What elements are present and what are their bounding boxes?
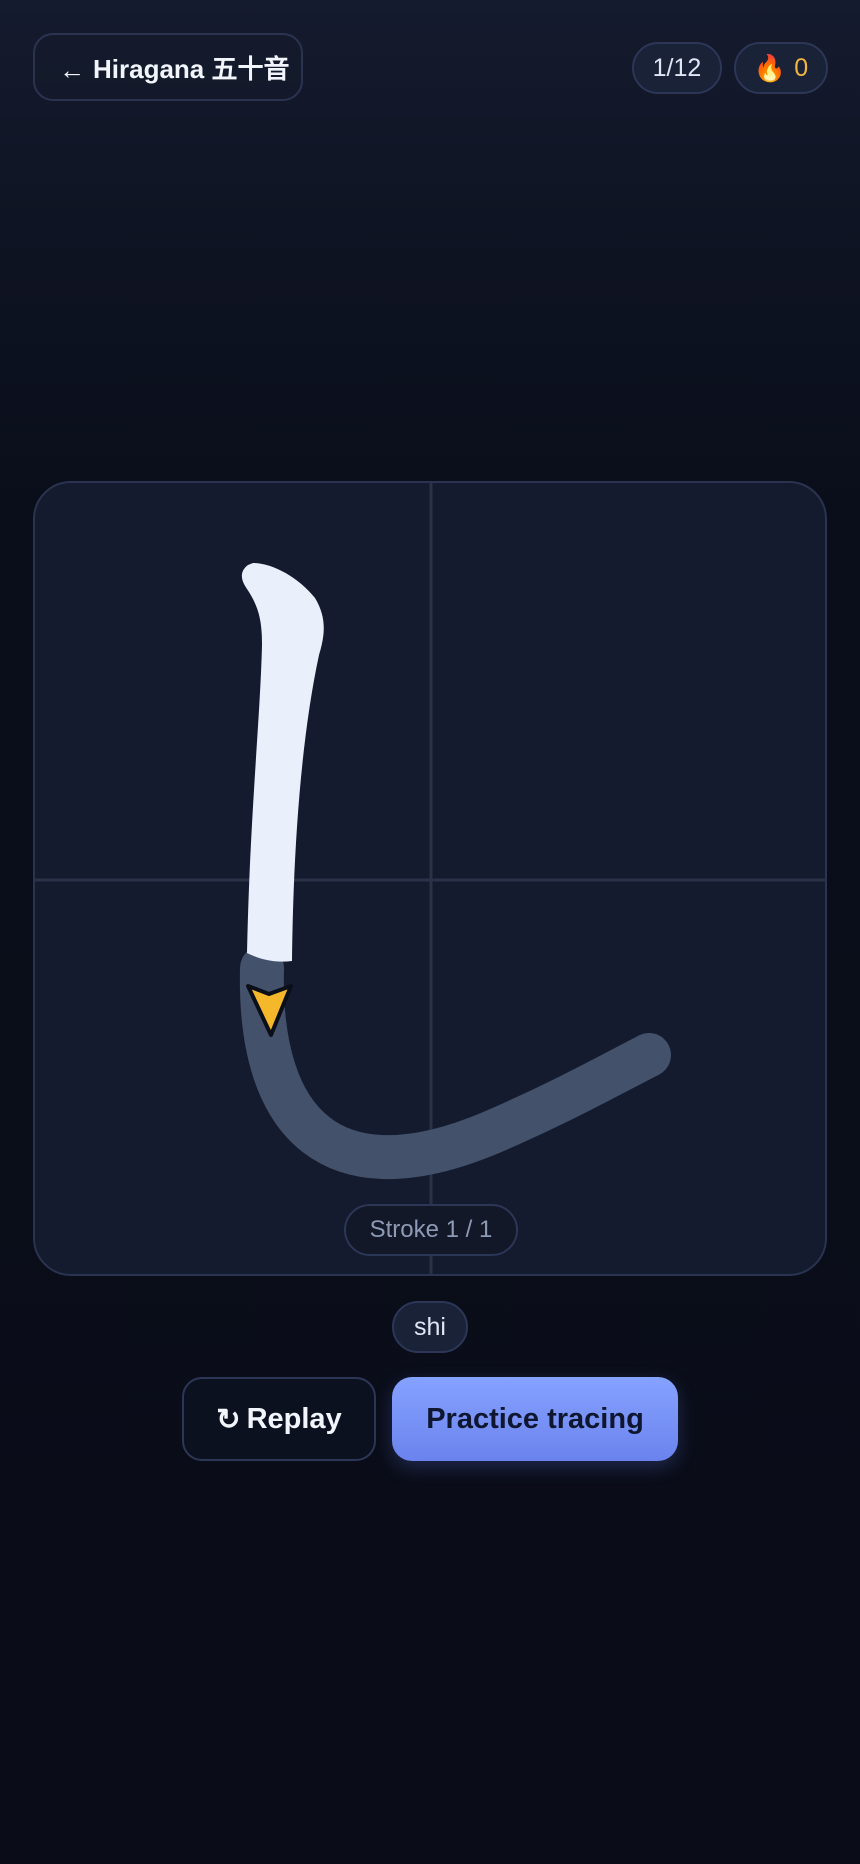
stroke-drawing: [35, 483, 825, 1274]
progress-badge: 1/12: [632, 42, 722, 94]
stroke-remaining-path: [239, 946, 671, 1180]
stroke-counter: Stroke 1 / 1: [344, 1204, 518, 1256]
back-arrow-icon: ←: [59, 54, 85, 85]
romaji-label: shi: [392, 1301, 468, 1353]
back-button-label: Hiragana 五十音: [93, 53, 290, 84]
replay-icon: ↻: [216, 1403, 241, 1436]
replay-button[interactable]: ↻ Replay: [182, 1377, 376, 1461]
practice-tracing-button[interactable]: Practice tracing: [392, 1377, 678, 1461]
back-button[interactable]: ← Hiragana 五十音: [33, 33, 303, 101]
stroke-drawn-path: [241, 563, 324, 962]
tracing-canvas[interactable]: Stroke 1 / 1: [33, 481, 827, 1276]
streak-count: 0: [794, 53, 809, 82]
romaji-text: shi: [414, 1312, 446, 1341]
practice-button-label: Practice tracing: [426, 1402, 644, 1435]
stroke-counter-text: Stroke 1 / 1: [369, 1216, 493, 1243]
progress-text: 1/12: [652, 53, 702, 82]
fire-icon: 🔥: [753, 53, 787, 83]
streak-badge: 🔥 0: [734, 42, 828, 94]
replay-button-label: Replay: [246, 1402, 342, 1435]
